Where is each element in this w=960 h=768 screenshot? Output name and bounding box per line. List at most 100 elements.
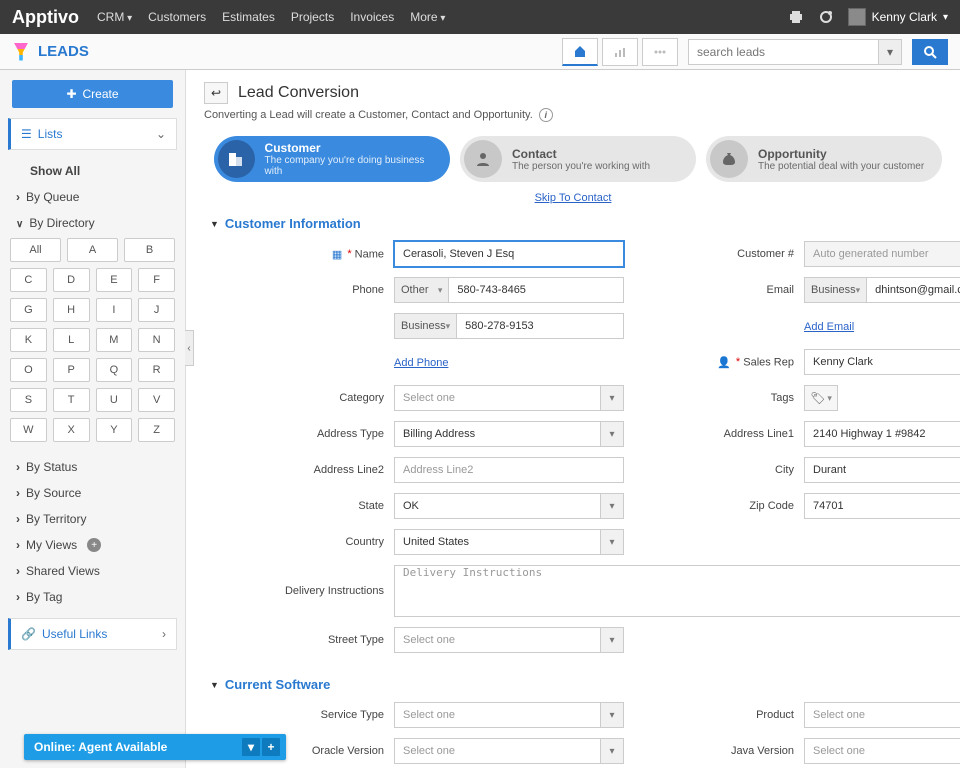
- servicetype-select[interactable]: [394, 702, 624, 728]
- sidebar-by-status[interactable]: By Status: [0, 454, 185, 480]
- chat-expand[interactable]: +: [262, 738, 280, 756]
- info-icon[interactable]: i: [539, 108, 553, 122]
- product-select[interactable]: [804, 702, 960, 728]
- phone1-type-dd[interactable]: Other: [394, 277, 449, 303]
- salesrep-field[interactable]: [804, 349, 960, 375]
- alpha-s[interactable]: S: [10, 388, 47, 412]
- tags-dropdown[interactable]: 🏷: [804, 385, 838, 411]
- chat-minimize[interactable]: ▾: [242, 738, 260, 756]
- nav-customers[interactable]: Customers: [148, 10, 206, 24]
- brand-logo[interactable]: Apptivo: [12, 7, 79, 28]
- city-field[interactable]: [804, 457, 960, 483]
- chat-bar[interactable]: Online: Agent Available ▾ +: [24, 734, 286, 760]
- nav-projects[interactable]: Projects: [291, 10, 334, 24]
- phone2-type-dd[interactable]: Business: [394, 313, 457, 339]
- alpha-g[interactable]: G: [10, 298, 47, 322]
- step-customer[interactable]: CustomerThe company you're doing busines…: [214, 136, 450, 182]
- alpha-a[interactable]: A: [67, 238, 118, 262]
- nav-estimates[interactable]: Estimates: [222, 10, 275, 24]
- sidebar-show-all[interactable]: Show All: [0, 158, 185, 184]
- chart-view-icon[interactable]: [602, 38, 638, 66]
- nav-crm[interactable]: CRM: [97, 10, 132, 24]
- skip-to-contact-link[interactable]: Skip To Contact: [204, 192, 942, 204]
- alpha-i[interactable]: I: [96, 298, 133, 322]
- sidebar-my-views[interactable]: My Views+: [0, 532, 185, 558]
- addresstype-select[interactable]: [394, 421, 624, 447]
- module-header: LEADS ▾: [0, 34, 960, 70]
- address1-field[interactable]: [804, 421, 960, 447]
- phone2-field[interactable]: [457, 313, 624, 339]
- customerno-field[interactable]: [804, 241, 960, 267]
- alpha-j[interactable]: J: [138, 298, 175, 322]
- alpha-t[interactable]: T: [53, 388, 90, 412]
- nav-more[interactable]: More: [410, 10, 445, 24]
- alpha-m[interactable]: M: [96, 328, 133, 352]
- alpha-q[interactable]: Q: [96, 358, 133, 382]
- phone1-field[interactable]: [449, 277, 624, 303]
- country-select[interactable]: [394, 529, 624, 555]
- search-button[interactable]: [912, 39, 948, 65]
- print-icon[interactable]: [788, 9, 804, 25]
- alpha-v[interactable]: V: [138, 388, 175, 412]
- sidebar-shared-views[interactable]: Shared Views: [0, 558, 185, 584]
- nav-invoices[interactable]: Invoices: [350, 10, 394, 24]
- section-current-software[interactable]: Current Software: [210, 677, 942, 692]
- add-email-link[interactable]: Add Email: [804, 321, 854, 333]
- email-field[interactable]: [867, 277, 960, 303]
- oracle-select[interactable]: [394, 738, 624, 764]
- add-view-icon[interactable]: +: [87, 538, 101, 552]
- alpha-z[interactable]: Z: [138, 418, 175, 442]
- alpha-u[interactable]: U: [96, 388, 133, 412]
- money-bag-icon: [710, 140, 748, 178]
- useful-links[interactable]: 🔗 Useful Links ›: [8, 618, 177, 650]
- notif-icon[interactable]: [818, 9, 834, 25]
- alpha-o[interactable]: O: [10, 358, 47, 382]
- home-view-icon[interactable]: [562, 38, 598, 66]
- alpha-b[interactable]: B: [124, 238, 175, 262]
- sidebar-by-tag[interactable]: By Tag: [0, 584, 185, 610]
- alpha-p[interactable]: P: [53, 358, 90, 382]
- sidebar-by-directory[interactable]: By Directory: [0, 210, 185, 236]
- alpha-n[interactable]: N: [138, 328, 175, 352]
- search-dropdown[interactable]: ▾: [878, 39, 902, 65]
- alpha-c[interactable]: C: [10, 268, 47, 292]
- sidebar-by-source[interactable]: By Source: [0, 480, 185, 506]
- create-button[interactable]: ✚ Create: [12, 80, 173, 108]
- back-button[interactable]: ↩: [204, 82, 228, 104]
- alpha-e[interactable]: E: [96, 268, 133, 292]
- address2-field[interactable]: [394, 457, 624, 483]
- name-field[interactable]: [394, 241, 624, 267]
- alpha-k[interactable]: K: [10, 328, 47, 352]
- sidebar-by-queue[interactable]: By Queue: [0, 184, 185, 210]
- step-contact[interactable]: ContactThe person you're working with: [460, 136, 696, 182]
- collapse-handle[interactable]: ‹: [185, 330, 194, 366]
- section-customer-info[interactable]: Customer Information: [210, 216, 942, 231]
- user-menu[interactable]: Kenny Clark ▾: [848, 8, 948, 26]
- alpha-r[interactable]: R: [138, 358, 175, 382]
- alpha-h[interactable]: H: [53, 298, 90, 322]
- lists-header[interactable]: ☰ Lists ⌄: [8, 118, 177, 150]
- more-view-icon[interactable]: [642, 38, 678, 66]
- delivery-textarea[interactable]: [394, 565, 960, 617]
- java-select[interactable]: [804, 738, 960, 764]
- lbl-state: State: [244, 500, 384, 512]
- alpha-x[interactable]: X: [53, 418, 90, 442]
- alpha-f[interactable]: F: [138, 268, 175, 292]
- email-type-dd[interactable]: Business: [804, 277, 867, 303]
- alpha-d[interactable]: D: [53, 268, 90, 292]
- search-input[interactable]: [688, 39, 878, 65]
- chevron-right-icon: ›: [162, 627, 166, 641]
- zip-field[interactable]: [804, 493, 960, 519]
- state-select[interactable]: [394, 493, 624, 519]
- streettype-select[interactable]: [394, 627, 624, 653]
- alpha-l[interactable]: L: [53, 328, 90, 352]
- user-name: Kenny Clark: [872, 10, 937, 24]
- alpha-y[interactable]: Y: [96, 418, 133, 442]
- company-mini-icon: ▦: [332, 248, 342, 261]
- alpha-w[interactable]: W: [10, 418, 47, 442]
- category-select[interactable]: [394, 385, 624, 411]
- add-phone-link[interactable]: Add Phone: [394, 357, 448, 369]
- alpha-all[interactable]: All: [10, 238, 61, 262]
- sidebar-by-territory[interactable]: By Territory: [0, 506, 185, 532]
- step-opportunity[interactable]: OpportunityThe potential deal with your …: [706, 136, 942, 182]
